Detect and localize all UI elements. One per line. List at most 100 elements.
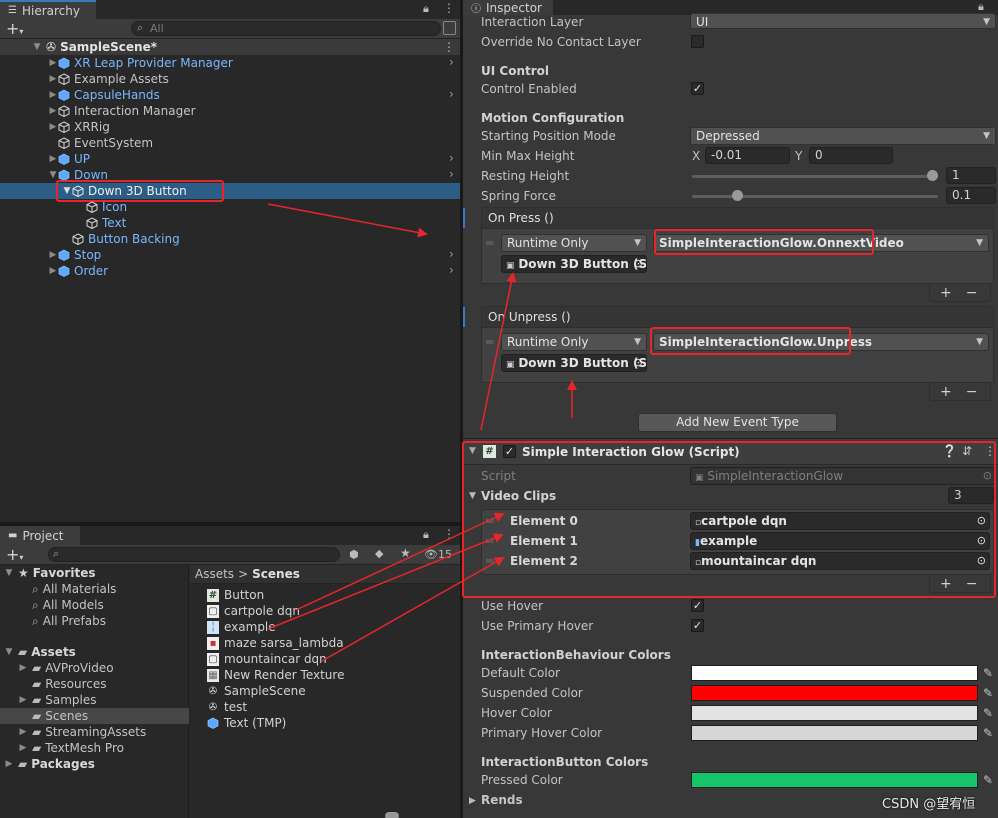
add-event-type-button[interactable]: Add New Event Type (638, 413, 837, 432)
hidden-count-badge[interactable]: 👁︎15 (424, 548, 452, 561)
expand-icon[interactable]: ▶ (18, 727, 28, 737)
asset-item[interactable]: ▦ New Render Texture (207, 667, 344, 683)
folder-item-selected[interactable]: ▰ Scenes (18, 708, 88, 724)
favorite-item[interactable]: ⌕ All Prefabs (32, 613, 106, 629)
add-button[interactable]: +▾ (6, 545, 23, 564)
element-1-field[interactable]: ▮example ⊙ (690, 532, 990, 550)
remove-listener-icon[interactable]: − (966, 384, 978, 400)
expand-icon[interactable]: ▼ (4, 647, 14, 657)
object-picker-icon[interactable]: ⊙ (977, 533, 986, 549)
hierarchy-item[interactable]: ▶ XR Leap Provider Manager (48, 55, 233, 71)
search-options-icon[interactable] (443, 21, 456, 35)
more-icon[interactable]: ⋮ (984, 444, 996, 458)
expand-icon[interactable]: ▶ (18, 743, 28, 753)
chevron-right-icon[interactable]: › (449, 55, 454, 69)
add-listener-icon[interactable]: + (940, 384, 952, 400)
starting-position-dropdown[interactable]: Depressed ▼ (690, 127, 996, 145)
asset-item[interactable]: ✇ SampleScene (207, 683, 306, 699)
asset-item[interactable]: ▢ mountaincar dqn (207, 651, 327, 667)
scene-row[interactable]: ▼ ✇ SampleScene* ⋮ (0, 39, 460, 55)
on-press-function-dropdown[interactable]: SimpleInteractionGlow.OnnextVideo ▼ (653, 234, 989, 252)
more-icon[interactable]: ⋮ (443, 1, 455, 15)
favorite-star-icon[interactable]: ★ (400, 546, 411, 560)
lock-icon[interactable]: 🔒︎ (423, 2, 429, 16)
expand-icon[interactable]: ▼ (48, 170, 58, 180)
drag-handle-icon[interactable]: ═ (486, 236, 493, 250)
control-enabled-checkbox[interactable]: ✓ (691, 82, 704, 95)
expand-icon[interactable]: ▶ (48, 154, 58, 164)
remove-listener-icon[interactable]: − (966, 285, 978, 301)
use-hover-checkbox[interactable]: ✓ (691, 599, 704, 612)
help-icon[interactable]: ❔ (942, 444, 957, 458)
favorite-item[interactable]: ⌕ All Models (32, 597, 104, 613)
expand-icon[interactable]: ▶ (4, 759, 14, 769)
assets-header[interactable]: ▼ ▰ Assets (4, 644, 76, 660)
hierarchy-item-selected[interactable]: ▼ Down 3D Button (62, 183, 187, 199)
pressed-color-swatch[interactable] (691, 772, 978, 788)
hierarchy-item[interactable]: ▼ Down (48, 167, 108, 183)
chevron-right-icon[interactable]: › (449, 167, 454, 181)
project-search-input[interactable] (48, 547, 340, 562)
packages-header[interactable]: ▶ ▰ Packages (4, 756, 95, 772)
video-clips-size-field[interactable]: 3 (948, 487, 994, 504)
resting-field[interactable]: 1 (946, 167, 996, 184)
expand-icon[interactable]: ▶ (48, 90, 58, 100)
add-element-icon[interactable]: + (940, 576, 952, 592)
eyedropper-icon[interactable]: ✎ (980, 705, 996, 721)
hover-color-swatch[interactable] (691, 705, 978, 721)
folder-item[interactable]: ▶ ▰ AVProVideo (18, 660, 114, 676)
filter-type-icon[interactable]: ⬢ (349, 548, 359, 561)
tab-hierarchy[interactable]: ☰ Hierarchy (0, 0, 96, 19)
hierarchy-item[interactable]: ▶ Example Assets (48, 71, 169, 87)
expand-icon[interactable]: ▶ (48, 74, 58, 84)
spring-slider-thumb[interactable] (731, 190, 743, 201)
resting-slider-thumb[interactable] (927, 170, 938, 181)
hierarchy-item[interactable]: Text (86, 215, 126, 231)
hierarchy-item[interactable]: ▶ XRRig (48, 119, 110, 135)
label-tag-icon[interactable]: ◆ (375, 547, 383, 560)
video-clips-foldout-icon[interactable]: ▼ (469, 491, 476, 501)
asset-item[interactable]: # Button (207, 587, 264, 603)
object-picker-icon[interactable]: ⊙ (634, 355, 643, 371)
resting-slider-track[interactable] (692, 175, 938, 178)
expand-icon[interactable]: ▶ (48, 106, 58, 116)
asset-item[interactable]: ▪ maze sarsa_lambda (207, 635, 344, 651)
spring-field[interactable]: 0.1 (946, 187, 996, 204)
tab-project[interactable]: ▬ Project (0, 526, 80, 545)
chevron-right-icon[interactable]: › (449, 263, 454, 277)
lock-icon[interactable]: 🔒︎ (423, 528, 429, 542)
object-picker-icon[interactable]: ⊙ (977, 553, 986, 569)
folder-item[interactable]: ▰ Resources (18, 676, 107, 692)
interaction-layer-dropdown[interactable]: UI ▼ (690, 13, 996, 29)
component-enabled-checkbox[interactable]: ✓ (503, 445, 516, 458)
on-press-target-field[interactable]: ▣ Down 3D Button (S ⊙ (501, 255, 647, 273)
search-input[interactable]: All (131, 21, 441, 36)
on-unpress-target-field[interactable]: ▣ Down 3D Button (S ⊙ (501, 354, 647, 372)
expand-icon[interactable]: ▼ (32, 42, 42, 52)
eyedropper-icon[interactable]: ✎ (980, 685, 996, 701)
asset-item[interactable]: ╎ example (207, 619, 276, 635)
expand-icon[interactable]: ▼ (4, 568, 14, 578)
drag-handle-icon[interactable]: ═ (486, 514, 493, 528)
min-x-field[interactable]: -0.01 (705, 147, 790, 164)
expand-icon[interactable]: ▶ (48, 58, 58, 68)
expand-icon[interactable]: ▶ (48, 250, 58, 260)
foldout-icon[interactable]: ▼ (469, 446, 476, 456)
breadcrumb-root[interactable]: Assets (195, 567, 234, 581)
expand-icon[interactable]: ▶ (18, 695, 28, 705)
element-0-field[interactable]: ▫cartpole dqn ⊙ (690, 512, 990, 530)
hierarchy-item[interactable]: Icon (86, 199, 127, 215)
use-primary-hover-checkbox[interactable]: ✓ (691, 619, 704, 632)
expand-icon[interactable]: ▶ (18, 663, 28, 673)
on-press-runtime-dropdown[interactable]: Runtime Only ▼ (501, 234, 647, 252)
eyedropper-icon[interactable]: ✎ (980, 772, 996, 788)
primary-hover-color-swatch[interactable] (691, 725, 978, 741)
expand-icon[interactable]: ▶ (48, 266, 58, 276)
hierarchy-item[interactable]: ▶ UP (48, 151, 91, 167)
object-picker-icon[interactable]: ⊙ (977, 513, 986, 529)
rends-foldout-icon[interactable]: ▶ (469, 796, 476, 806)
element-2-field[interactable]: ▫mountaincar dqn ⊙ (690, 552, 990, 570)
object-picker-icon[interactable]: ⊙ (634, 256, 643, 272)
on-unpress-runtime-dropdown[interactable]: Runtime Only ▼ (501, 333, 647, 351)
folder-item[interactable]: ▶ ▰ StreamingAssets (18, 724, 147, 740)
